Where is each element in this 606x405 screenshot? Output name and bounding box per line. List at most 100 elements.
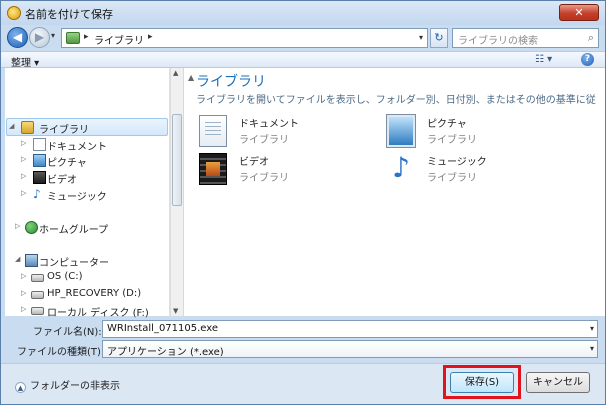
breadcrumb-libraries[interactable]: ライブラリ [94,32,144,47]
organize-menu[interactable]: 整理 ▾ [11,54,39,69]
library-item-name: ミュージック [427,157,487,168]
breadcrumb-separator[interactable]: ▸ [84,32,89,42]
library-item-type: ライブラリ [427,173,477,184]
library-item-type: ライブラリ [239,173,289,184]
search-placeholder: ライブラリの検索 [458,36,538,47]
library-item-name: ドキュメント [239,119,299,130]
drive-icon [31,274,44,282]
homegroup-icon [25,221,38,234]
tree-item-label: HP_RECOVERY (D:) [47,288,142,299]
save-as-dialog: 名前を付けて保存 ✕ ◀ ▶ ▾ ▸ ライブラリ ▸ ▾ ↻ ライブラリの検索 … [0,0,606,405]
expand-icon[interactable]: ▷ [21,305,26,313]
tree-item-label: コンピューター [39,258,109,269]
expand-icon[interactable]: ▷ [21,189,26,197]
app-icon [7,6,21,20]
content-description: ライブラリを開いてファイルを表示し、フォルダー別、日付別、またはその他の基準に従… [196,95,596,106]
expand-icon[interactable]: ▷ [21,139,26,147]
filename-row: ファイル名(N): WRInstall_071105.exe ▾ [1,320,605,340]
tree-item-label: ビデオ [47,175,77,186]
library-item-type: ライブラリ [427,135,477,146]
tree-item-documents[interactable]: ▷ ドキュメント [21,137,169,153]
filetype-dropdown-icon[interactable]: ▾ [590,344,594,353]
save-button[interactable]: 保存(S) [450,372,514,393]
scroll-down-icon[interactable]: ▼ [173,307,178,315]
library-item-music[interactable]: ♪ ミュージック ライブラリ [387,153,537,193]
change-view-button[interactable]: ☷ ▾ [535,54,552,65]
tree-item-computer[interactable]: ◢ コンピューター [15,253,169,269]
title-bar[interactable]: 名前を付けて保存 ✕ [1,1,605,25]
tree-item-libraries[interactable]: ◢ ライブラリ [9,120,169,136]
address-bar[interactable]: ▸ ライブラリ ▸ ▾ [61,28,428,48]
drive-icon [31,307,44,315]
tree-item-label: ローカル ディスク (F:) [47,308,149,319]
hide-folders-label: フォルダーの非表示 [30,381,120,392]
hide-folders-button[interactable]: ▲ フォルダーの非表示 [15,377,120,393]
help-button[interactable]: ? [581,53,594,66]
expand-icon[interactable]: ◢ [9,122,14,130]
filename-value: WRInstall_071105.exe [107,323,219,334]
library-item-type: ライブラリ [239,135,289,146]
documents-icon [199,115,227,147]
window-title: 名前を付けて保存 [25,8,113,21]
recent-pages-dropdown[interactable]: ▾ [51,31,55,40]
tree-item-videos[interactable]: ▷ ビデオ [21,170,169,186]
tree-item-label: ホームグループ [39,225,109,236]
expand-icon[interactable]: ▷ [21,289,26,297]
pictures-icon [33,154,46,167]
search-icon[interactable]: ⌕ [588,31,594,45]
tree-item-label: ミュージック [47,192,107,203]
close-button[interactable]: ✕ [559,4,599,21]
library-icon [66,32,80,44]
tree-item-drive-f[interactable]: ▷ ローカル ディスク (F:) [21,303,169,319]
library-item-pictures[interactable]: ピクチャ ライブラリ [387,115,537,155]
scroll-thumb[interactable] [172,114,182,206]
library-item-name: ビデオ [239,157,269,168]
expand-icon[interactable]: ▷ [21,172,26,180]
library-item-name: ピクチャ [427,119,467,130]
music-icon: ♪ [392,151,410,184]
filename-field[interactable]: WRInstall_071105.exe ▾ [102,320,598,338]
breadcrumb-separator[interactable]: ▸ [148,32,153,42]
filetype-row: ファイルの種類(T): アプリケーション (*.exe) ▾ [1,340,605,360]
refresh-button[interactable]: ↻ [430,28,448,48]
pictures-icon [387,115,415,147]
tree-item-drive-c[interactable]: ▷ OS (C:) [21,270,169,286]
tree-item-homegroup[interactable]: ▷ ホームグループ [15,220,169,236]
expand-icon[interactable]: ◢ [15,255,20,263]
library-icon [21,121,34,134]
filename-dropdown-icon[interactable]: ▾ [590,324,594,333]
filetype-value: アプリケーション (*.exe) [107,347,224,358]
expand-icon[interactable]: ▷ [15,222,20,230]
videos-icon [33,171,46,184]
forward-button[interactable]: ▶ [29,27,50,48]
computer-icon [25,254,38,267]
library-item-videos[interactable]: ビデオ ライブラリ [199,153,349,193]
back-button[interactable]: ◀ [7,27,28,48]
tree-item-label: OS (C:) [47,271,83,282]
drive-icon [31,291,44,299]
content-title: ライブラリ [196,74,266,90]
toolbar: 整理 ▾ ☷ ▾ ? [1,51,605,69]
chevron-up-icon: ▲ [15,382,26,393]
collapse-icon[interactable]: ▲ [188,73,194,82]
filetype-label: ファイルの種類(T): [17,347,105,358]
navigation-scrollbar[interactable]: ▲ ▼ [170,68,183,316]
address-bar-row: ◀ ▶ ▾ ▸ ライブラリ ▸ ▾ ↻ ライブラリの検索 ⌕ [1,25,605,51]
videos-icon [199,153,227,185]
tree-item-pictures[interactable]: ▷ ピクチャ [21,153,169,169]
documents-icon [33,138,46,151]
tree-item-music[interactable]: ▷ ♪ ミュージック [21,187,169,203]
filetype-select[interactable]: アプリケーション (*.exe) ▾ [102,340,598,358]
tree-item-label: ドキュメント [47,142,107,153]
cancel-button[interactable]: キャンセル [526,372,590,393]
scroll-up-icon[interactable]: ▲ [173,69,178,77]
expand-icon[interactable]: ▷ [21,272,26,280]
library-item-documents[interactable]: ドキュメント ライブラリ [199,115,349,155]
search-input[interactable]: ライブラリの検索 ⌕ [452,28,599,48]
tree-item-label: ピクチャ [47,158,87,169]
tree-item-drive-d[interactable]: ▷ HP_RECOVERY (D:) [21,287,169,303]
tree-item-label: ライブラリ [39,125,89,136]
music-icon: ♪ [33,187,41,201]
expand-icon[interactable]: ▷ [21,155,26,163]
address-dropdown-icon[interactable]: ▾ [419,33,423,42]
